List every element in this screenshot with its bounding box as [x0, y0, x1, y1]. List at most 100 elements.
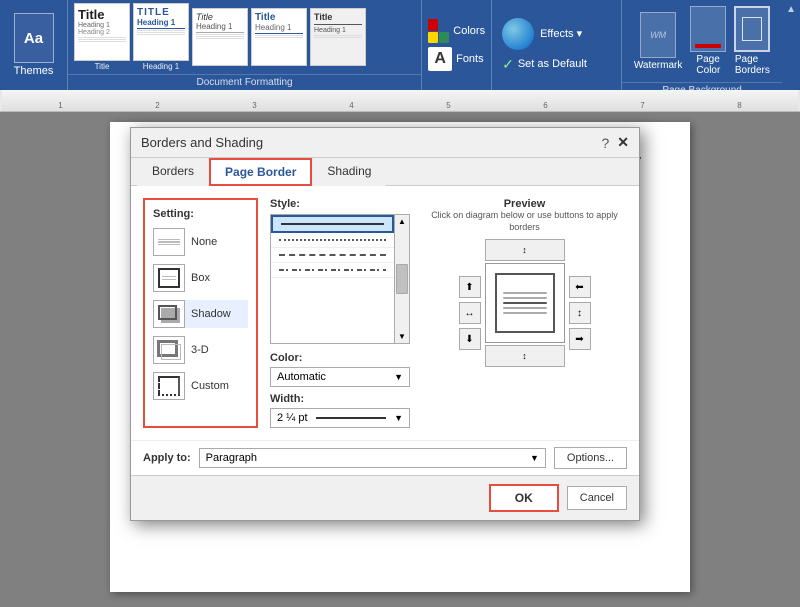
tab-shading[interactable]: Shading — [312, 158, 386, 186]
style-list-item-dotted[interactable] — [271, 233, 394, 248]
preview-label: Preview — [422, 198, 627, 210]
width-dropdown-arrow: ▼ — [394, 413, 403, 423]
style-scrollbar[interactable]: ▲ ▼ — [394, 214, 410, 344]
preview-left-border-btn[interactable]: ⬅ — [569, 276, 591, 298]
colors-label: Colors — [453, 25, 485, 37]
style-box2[interactable]: Title Heading 1 — [192, 8, 248, 66]
dialog-title: Borders and Shading — [141, 135, 263, 150]
color-label: Color: — [270, 352, 410, 364]
fonts-button[interactable]: A Fonts — [428, 47, 485, 71]
style-label: Style: — [270, 198, 410, 210]
ruler: 12345678 — [0, 90, 800, 112]
style-heading1[interactable]: TITLE Heading 1 Heading 1 — [133, 3, 189, 71]
setting-panel: Setting: None — [143, 198, 258, 428]
style-panel: Style: — [270, 198, 410, 428]
options-button[interactable]: Options... — [554, 447, 627, 469]
cancel-button[interactable]: Cancel — [567, 486, 627, 510]
fonts-icon: A — [428, 47, 452, 71]
watermark-button[interactable]: WM Watermark — [634, 12, 683, 71]
shadow-label: Shadow — [191, 308, 231, 320]
style-list-item-dashdot[interactable] — [271, 263, 394, 278]
page-borders-label: PageBorders — [735, 54, 770, 76]
style-title[interactable]: Title Heading 1 Heading 2 Title — [74, 3, 130, 71]
preview-middle-border-btn[interactable]: ↔ — [459, 302, 481, 324]
page-borders-button[interactable]: PageBorders — [734, 6, 770, 76]
setting-custom[interactable]: Custom — [153, 372, 248, 400]
page-borders-icon — [734, 6, 770, 52]
effects-icon — [502, 18, 534, 50]
watermark-label: Watermark — [634, 60, 683, 71]
set-default-label: Set as Default — [518, 58, 587, 70]
doc-formatting-section: Title Heading 1 Heading 2 Title TITLE He… — [68, 0, 422, 90]
width-select[interactable]: 2 ¼ pt ▼ — [270, 408, 410, 428]
fonts-label: Fonts — [456, 53, 484, 65]
colors-icon — [428, 19, 449, 43]
dialog-help-button[interactable]: ? — [601, 135, 609, 151]
width-row: Width: 2 ¼ pt ▼ — [270, 393, 410, 428]
dialog-titlebar: Borders and Shading ? ✕ — [131, 128, 639, 158]
color-row: Color: Automatic ▼ — [270, 352, 410, 387]
borders-shading-dialog: Borders and Shading ? ✕ Borders Page Bor… — [130, 127, 640, 521]
setting-shadow[interactable]: Shadow — [153, 300, 248, 328]
setting-box[interactable]: Box — [153, 264, 248, 292]
style-box4[interactable]: Title Heading 1 — [310, 8, 366, 66]
themes-label: Themes — [14, 65, 54, 77]
setting-3d[interactable]: 3-D — [153, 336, 248, 364]
color-dropdown-arrow: ▼ — [394, 372, 403, 382]
style-list[interactable] — [270, 214, 394, 344]
shadow-icon — [153, 300, 185, 328]
preview-bottom-button[interactable]: ↕ — [485, 345, 565, 367]
preview-top-button[interactable]: ↕ — [485, 239, 565, 261]
colors-fonts-section: Colors A Fonts — [422, 0, 492, 90]
setting-none[interactable]: None — [153, 228, 248, 256]
tab-borders[interactable]: Borders — [137, 158, 209, 186]
ribbon: Aa Themes Title Heading 1 Heading 2 T — [0, 0, 800, 90]
style-list-item-dashed[interactable] — [271, 248, 394, 263]
page-background-section: WM Watermark PageColor PageBorders Page … — [622, 0, 782, 90]
doc-formatting-label: Document Formatting — [68, 74, 421, 90]
set-default-button[interactable]: ✓ Set as Default — [502, 56, 611, 73]
themes-icon: Aa — [14, 13, 54, 63]
dialog-tabs: Borders Page Border Shading — [131, 158, 639, 186]
preview-panel: Preview Click on diagram below or use bu… — [422, 198, 627, 428]
apply-to-label: Apply to: — [143, 452, 191, 464]
tab-page-border[interactable]: Page Border — [209, 158, 312, 186]
width-label: Width: — [270, 393, 410, 405]
dialog-close-button[interactable]: ✕ — [617, 134, 629, 151]
preview-top-border-btn[interactable]: ⬆ — [459, 276, 481, 298]
scroll-up-icon[interactable]: ▲ — [398, 217, 406, 226]
style-box3[interactable]: Title Heading 1 — [251, 8, 307, 66]
apply-to-row: Apply to: Paragraph ▼ Options... — [131, 440, 639, 475]
checkmark-icon: ✓ — [502, 56, 514, 73]
none-icon — [153, 228, 185, 256]
themes-button[interactable]: Aa Themes — [6, 4, 62, 86]
threed-icon — [153, 336, 185, 364]
collapse-icon: ▲ — [786, 4, 796, 15]
preview-right-border-btn[interactable]: ➡ — [569, 328, 591, 350]
page-color-label: PageColor — [696, 54, 720, 76]
document-area: Hen phế quản là bệnh viêm mạn tính của đ… — [0, 112, 800, 607]
custom-label: Custom — [191, 380, 229, 392]
page-color-button[interactable]: PageColor — [690, 6, 726, 76]
effects-section: Effects ▾ ✓ Set as Default — [492, 0, 622, 90]
apply-to-select[interactable]: Paragraph ▼ — [199, 448, 546, 468]
ok-button[interactable]: OK — [489, 484, 559, 512]
watermark-icon: WM — [640, 12, 676, 58]
dialog-footer: OK Cancel — [131, 475, 639, 520]
dialog-body: Setting: None — [131, 186, 639, 440]
preview-bottom-border-btn[interactable]: ⬇ — [459, 328, 481, 350]
ribbon-collapse-button[interactable]: ▲ — [782, 0, 800, 90]
preview-document — [485, 263, 565, 343]
preview-center-border-btn[interactable]: ↕ — [569, 302, 591, 324]
themes-section: Aa Themes — [0, 0, 68, 90]
setting-label: Setting: — [153, 208, 248, 220]
style-list-item-solid[interactable] — [271, 215, 394, 233]
colors-button[interactable]: Colors — [428, 19, 485, 43]
color-select[interactable]: Automatic ▼ — [270, 367, 410, 387]
effects-button[interactable]: Effects ▾ — [502, 18, 611, 50]
page-color-icon — [690, 6, 726, 52]
scroll-down-icon[interactable]: ▼ — [398, 332, 406, 341]
threed-label: 3-D — [191, 344, 209, 356]
custom-icon — [153, 372, 185, 400]
effects-label: Effects ▾ — [540, 27, 582, 40]
